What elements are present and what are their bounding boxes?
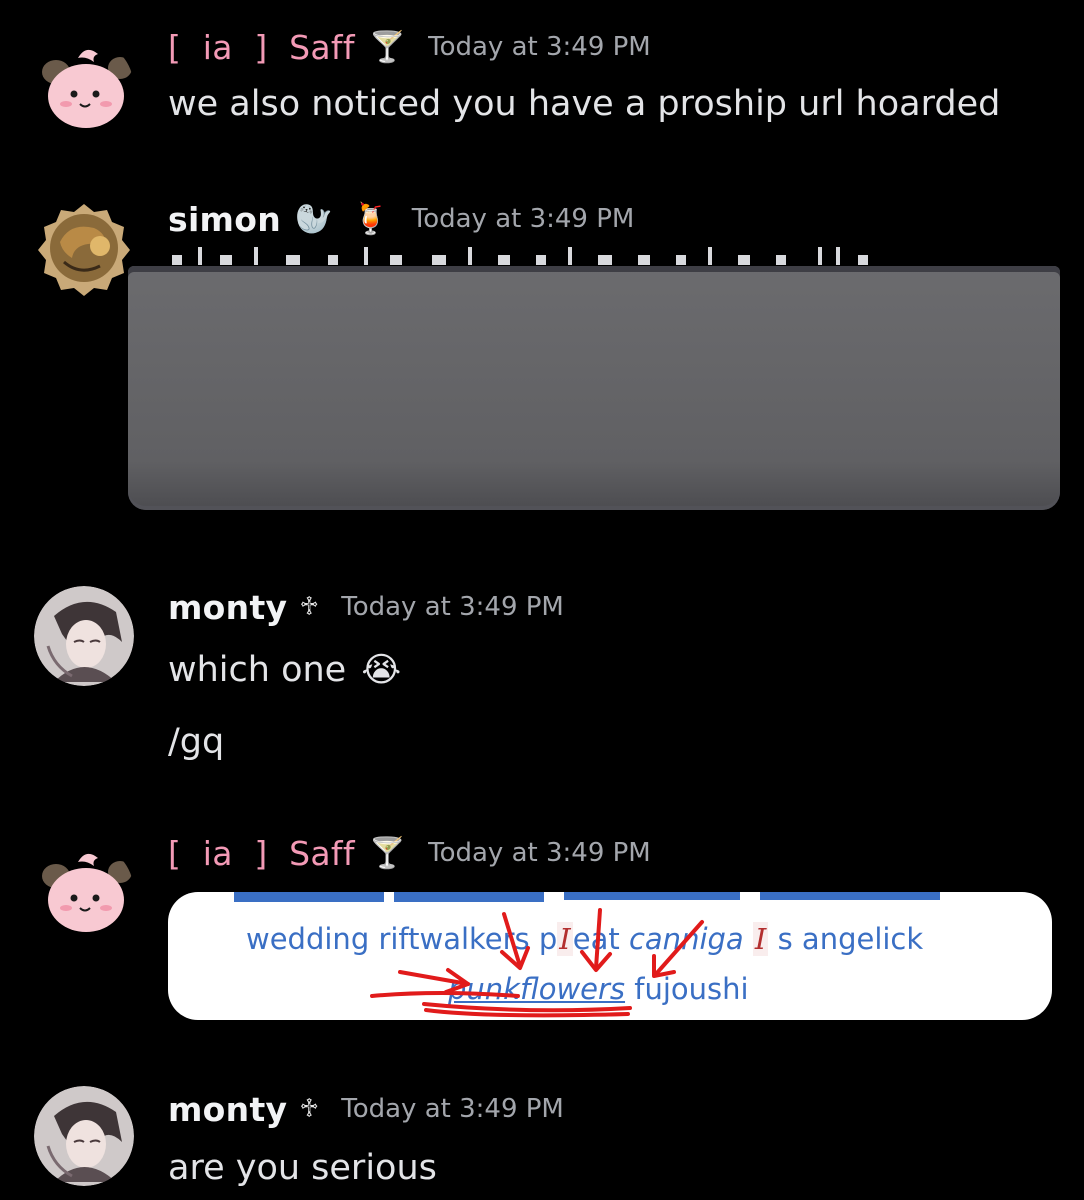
- avatar[interactable]: [34, 586, 134, 686]
- loudly-crying-face-icon: 😭: [361, 650, 402, 690]
- anime-portrait-avatar-icon: [34, 1086, 134, 1186]
- anime-portrait-avatar-icon: [34, 586, 134, 686]
- link-text-line: wedding riftwalkers pIeat canniga I s an…: [246, 922, 924, 956]
- pink-creature-avatar-icon: [34, 842, 134, 942]
- timestamp: Today at 3:49 PM: [341, 592, 564, 622]
- message-text-gq: /gq: [168, 722, 225, 762]
- message-header: [ ia ] Saff 🍸 Today at 3:49 PM: [168, 828, 651, 878]
- cocktail-icon: 🍸: [368, 29, 407, 65]
- timestamp: Today at 3:49 PM: [341, 1094, 564, 1124]
- avatar[interactable]: [34, 38, 134, 138]
- tropical-drink-icon: 🍹: [352, 201, 390, 237]
- author-name[interactable]: monty: [168, 1090, 287, 1129]
- cross-icon: ♱: [299, 592, 320, 622]
- message-header: [ ia ] Saff 🍸 Today at 3:49 PM: [168, 22, 651, 72]
- seal-icon: 🦭: [295, 201, 333, 237]
- cocktail-icon: 🍸: [368, 835, 407, 871]
- avatar[interactable]: [34, 842, 134, 942]
- author-name[interactable]: [ ia ] Saff: [168, 28, 355, 67]
- pink-creature-avatar-icon: [34, 38, 134, 138]
- cross-icon: ♱: [299, 1094, 320, 1124]
- message-header: simon 🦭 🍹 Today at 3:49 PM: [168, 194, 634, 244]
- message-text: which one 😭: [168, 650, 402, 690]
- message-text: are you serious: [168, 1148, 437, 1188]
- timestamp: Today at 3:49 PM: [411, 204, 635, 234]
- highlighted-url[interactable]: punkflowers: [448, 972, 625, 1006]
- timestamp: Today at 3:49 PM: [428, 838, 651, 868]
- golden-cookie-avatar-icon: [34, 198, 134, 298]
- author-name[interactable]: [ ia ] Saff: [168, 834, 355, 873]
- redaction-box: [128, 266, 1060, 510]
- cropped-text-line: [234, 892, 940, 902]
- screenshot-attachment[interactable]: wedding riftwalkers pIeat canniga I s an…: [168, 892, 1052, 1020]
- avatar[interactable]: [34, 198, 134, 298]
- author-name[interactable]: simon: [168, 200, 281, 239]
- avatar[interactable]: [34, 1086, 134, 1186]
- author-name[interactable]: monty: [168, 588, 287, 627]
- timestamp: Today at 3:49 PM: [428, 32, 651, 62]
- link-text-line: punkflowers fujoushi: [448, 972, 749, 1006]
- redacted-text-fragment: [168, 247, 888, 265]
- message-text: we also noticed you have a proship url h…: [168, 84, 1001, 124]
- message-header: monty ♱ Today at 3:49 PM: [168, 582, 564, 632]
- message-header: monty ♱ Today at 3:49 PM: [168, 1084, 564, 1134]
